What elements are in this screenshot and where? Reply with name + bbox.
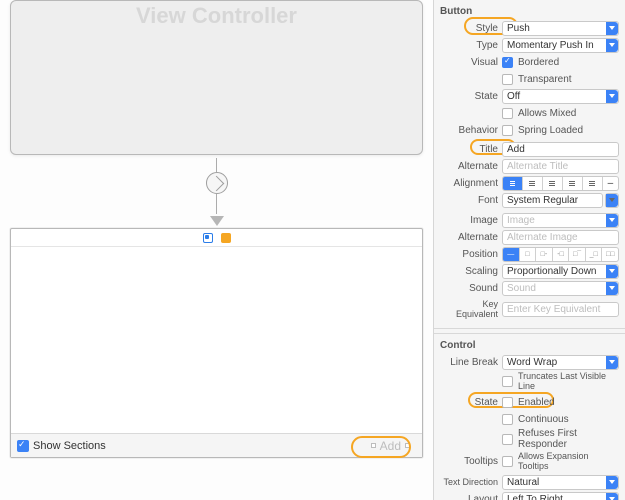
type-select[interactable]: Momentary Push In xyxy=(502,38,619,53)
scene-toolbar: Show Sections Add xyxy=(11,433,422,457)
transparent-checkbox[interactable] xyxy=(502,74,513,85)
truncates-checkbox[interactable] xyxy=(502,376,513,387)
alternate-input[interactable]: Alternate Title xyxy=(502,159,619,174)
position-segmented[interactable]: —□□--□□¯_□□□ xyxy=(502,247,619,262)
scene-box[interactable]: Show Sections Add xyxy=(10,228,423,458)
show-sections-label: Show Sections xyxy=(33,440,106,452)
control-section: Control Line Break Word Wrap Truncates L… xyxy=(434,333,625,500)
key-equiv-input[interactable]: Enter Key Equivalent xyxy=(502,302,619,317)
line-break-select[interactable]: Word Wrap xyxy=(502,355,619,370)
view-controller-title: View Controller xyxy=(11,1,422,29)
view-controller-box[interactable]: View Controller xyxy=(10,0,423,155)
layout-select[interactable]: Left To Right xyxy=(502,492,619,500)
text-direction-select[interactable]: Natural xyxy=(502,475,619,490)
inspector-panel: Button Style Push Type Momentary Push In… xyxy=(433,0,625,500)
enabled-checkbox[interactable] xyxy=(502,397,513,408)
first-responder-icon[interactable] xyxy=(221,233,231,243)
controller-icon[interactable] xyxy=(203,233,213,243)
allows-mixed-checkbox[interactable] xyxy=(502,108,513,119)
state-select[interactable]: Off xyxy=(502,89,619,104)
show-sections-checkbox[interactable] xyxy=(17,440,29,452)
scene-dock[interactable] xyxy=(11,229,422,247)
button-section: Button Style Push Type Momentary Push In… xyxy=(434,0,625,329)
scaling-select[interactable]: Proportionally Down xyxy=(502,264,619,279)
style-select[interactable]: Push xyxy=(502,21,619,36)
segue-icon xyxy=(206,172,228,194)
font-select[interactable]: System Regular xyxy=(502,193,603,208)
section-header-button: Button xyxy=(440,4,619,20)
segue-arrow[interactable] xyxy=(206,158,228,226)
selection-handle-icon xyxy=(405,443,410,448)
tooltips-checkbox[interactable] xyxy=(502,456,513,467)
sound-select[interactable]: Sound xyxy=(502,281,619,296)
font-stepper[interactable] xyxy=(605,193,619,208)
section-header-control: Control xyxy=(440,338,619,354)
alt-image-input[interactable]: Alternate Image xyxy=(502,230,619,245)
image-select[interactable]: Image xyxy=(502,213,619,228)
spring-loaded-checkbox[interactable] xyxy=(502,125,513,136)
title-input[interactable]: Add xyxy=(502,142,619,157)
bordered-checkbox[interactable] xyxy=(502,57,513,68)
selection-handle-icon xyxy=(371,443,376,448)
refuses-checkbox[interactable] xyxy=(502,434,513,445)
continuous-checkbox[interactable] xyxy=(502,414,513,425)
canvas-area[interactable]: View Controller Show Sections Add xyxy=(0,0,433,500)
alignment-segmented[interactable]: – xyxy=(502,176,619,191)
add-button[interactable]: Add xyxy=(365,437,416,455)
